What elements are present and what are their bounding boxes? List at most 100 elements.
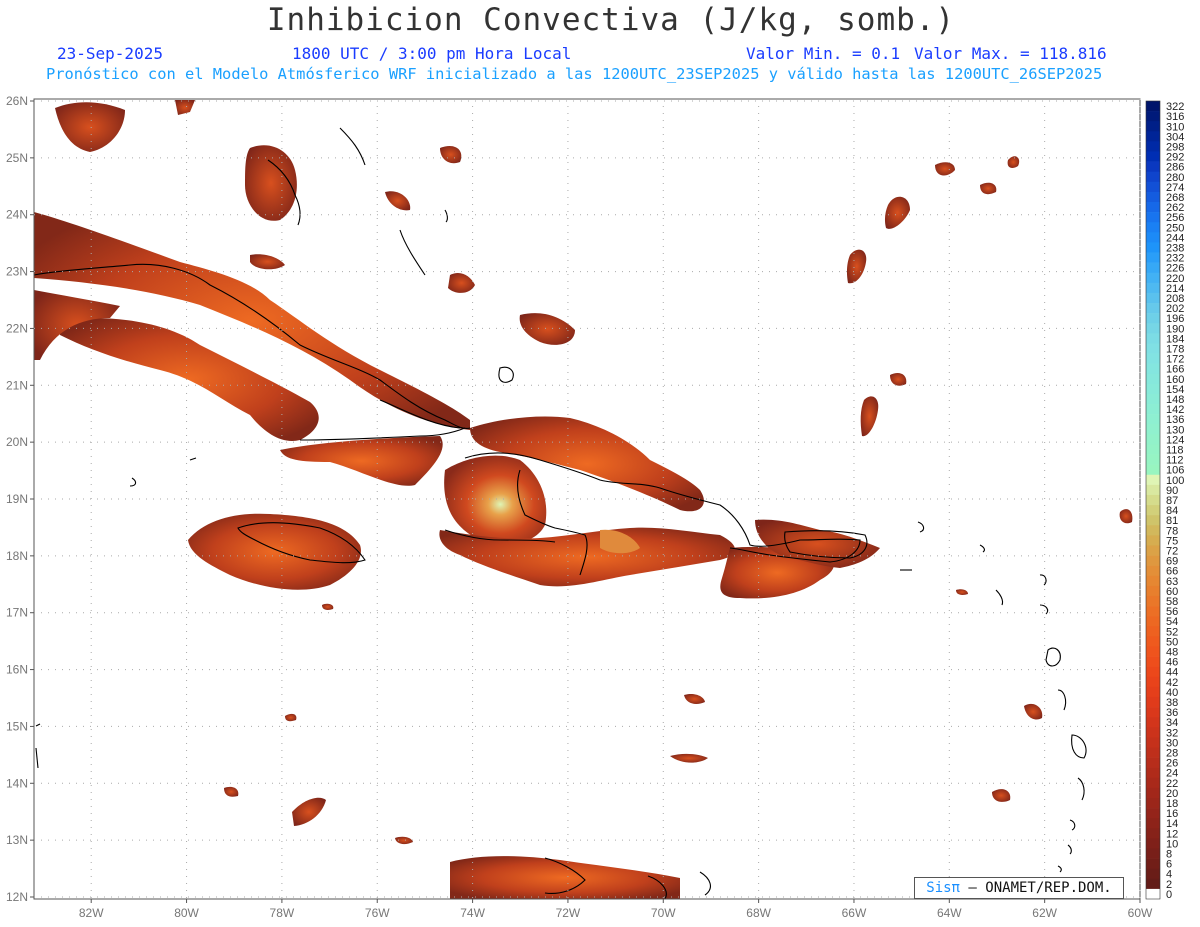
legend-swatch	[1146, 646, 1160, 657]
lat-label: 22N	[6, 321, 28, 335]
lat-label: 17N	[6, 606, 28, 620]
legend-swatch	[1146, 181, 1160, 193]
legend-swatch	[1146, 868, 1160, 880]
lon-label: 60W	[1128, 906, 1153, 920]
legend-swatch	[1146, 626, 1160, 637]
legend-swatch	[1146, 232, 1160, 243]
ticks	[30, 100, 1141, 903]
legend-swatch	[1146, 242, 1160, 253]
lat-label: 25N	[6, 151, 28, 165]
legend-swatch	[1146, 262, 1160, 274]
legend-swatch	[1146, 515, 1160, 526]
legend-swatch	[1146, 676, 1160, 688]
legend-swatch	[1146, 202, 1160, 213]
legend-swatch	[1146, 292, 1160, 304]
cin-field	[34, 100, 1133, 899]
lat-label: 12N	[6, 890, 28, 904]
legend-swatch	[1146, 838, 1160, 849]
lon-label: 64W	[937, 906, 962, 920]
lon-label: 72W	[556, 906, 581, 920]
sispi-logo: Sisπ	[926, 880, 960, 896]
legend-swatch	[1146, 313, 1160, 324]
legend-swatch	[1146, 121, 1160, 132]
legend-swatch	[1146, 828, 1160, 839]
legend-swatch	[1146, 696, 1160, 708]
legend-swatch	[1146, 111, 1160, 122]
legend-swatch	[1146, 191, 1160, 203]
legend-swatch	[1146, 727, 1160, 738]
legend-swatch	[1146, 656, 1160, 667]
legend-swatch	[1146, 747, 1160, 758]
legend-swatch	[1146, 424, 1160, 435]
lat-labels: 26N 25N 24N 23N 22N 21N 20N 19N 18N 17N 16N 15N 14N 1…	[6, 94, 28, 904]
legend-swatch	[1146, 171, 1160, 183]
lon-label: 76W	[365, 906, 390, 920]
legend-swatch	[1146, 767, 1160, 779]
legend-swatch	[1146, 545, 1160, 556]
legend-swatch	[1146, 414, 1160, 425]
lat-label: 23N	[6, 265, 28, 279]
legend-swatch	[1146, 595, 1160, 607]
legend-swatch	[1146, 151, 1160, 162]
legend-swatch	[1146, 818, 1160, 829]
legend-swatch	[1146, 808, 1160, 819]
lat-label: 24N	[6, 208, 28, 222]
legend-swatch	[1146, 797, 1160, 809]
legend-swatch	[1146, 575, 1160, 587]
legend-swatch	[1146, 272, 1160, 284]
lon-label: 70W	[651, 906, 676, 920]
legend-swatch	[1146, 333, 1160, 344]
lat-label: 14N	[6, 776, 28, 790]
lon-label: 82W	[79, 906, 104, 920]
lon-label: 78W	[270, 906, 295, 920]
legend-swatch	[1146, 282, 1160, 294]
legend-swatch	[1146, 484, 1160, 496]
legend-swatch	[1146, 858, 1160, 869]
legend-swatch	[1146, 888, 1160, 900]
legend-swatch	[1146, 848, 1160, 859]
legend-swatch	[1146, 636, 1160, 647]
lon-label: 80W	[174, 906, 199, 920]
legend-swatch	[1146, 212, 1160, 223]
lon-label: 66W	[842, 906, 867, 920]
lon-label: 68W	[746, 906, 771, 920]
legend-swatch	[1146, 737, 1160, 748]
grid	[34, 99, 1141, 899]
legend-swatch	[1146, 606, 1160, 617]
legend-swatch	[1146, 707, 1160, 718]
legend-swatch	[1146, 101, 1160, 112]
legend-swatch	[1146, 777, 1160, 789]
legend-swatch	[1146, 141, 1160, 152]
legend-swatch	[1146, 343, 1160, 354]
legend-swatch	[1146, 505, 1160, 516]
legend-swatch	[1146, 565, 1160, 577]
lat-label: 26N	[6, 94, 28, 108]
legend-swatch	[1146, 323, 1160, 334]
legend-swatch	[1146, 161, 1160, 173]
legend-swatch	[1146, 585, 1160, 597]
legend-swatch	[1146, 444, 1160, 455]
legend-swatch	[1146, 787, 1160, 799]
legend-swatch	[1146, 404, 1160, 415]
legend-swatch	[1146, 666, 1160, 678]
lat-label: 21N	[6, 378, 28, 392]
lon-label: 74W	[460, 906, 485, 920]
legend-swatch	[1146, 757, 1160, 768]
lon-labels: 82W 80W 78W 76W 74W 72W 70W 68W 66W 64W 62W 60W	[79, 906, 1153, 920]
legend-swatch	[1146, 303, 1160, 314]
lat-label: 16N	[6, 663, 28, 677]
lat-label: 13N	[6, 833, 28, 847]
lat-label: 19N	[6, 492, 28, 506]
legend-swatch	[1146, 454, 1160, 465]
color-legend: 3223163103042982922862802742682622562502…	[1145, 100, 1184, 901]
legend-swatch	[1146, 373, 1160, 385]
credit-text: – ONAMET/REP.DOM.	[968, 880, 1112, 896]
lat-label: 15N	[6, 719, 28, 733]
lat-label: 18N	[6, 549, 28, 563]
legend-swatch	[1146, 525, 1160, 536]
credit-box: Sisπ – ONAMET/REP.DOM.	[914, 877, 1124, 899]
legend-swatch	[1146, 353, 1160, 364]
legend-swatch	[1146, 494, 1160, 506]
legend-swatch	[1146, 616, 1160, 627]
legend-swatch	[1146, 878, 1160, 890]
